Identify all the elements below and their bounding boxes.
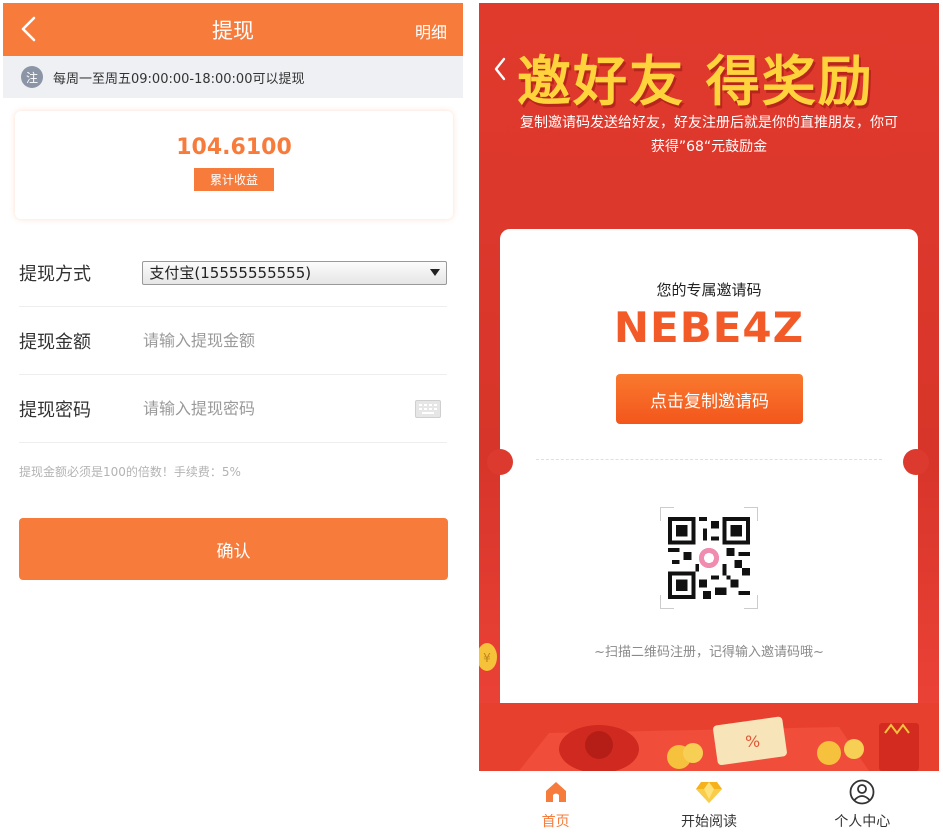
tab-profile[interactable]: 个人中心 [786,771,939,837]
amount-label: 提现金额 [19,331,91,353]
earnings-card: 104.6100 累计收益 [15,111,453,219]
earnings-amount: 104.6100 [176,135,292,160]
invite-card: 您的专属邀请码 NEBE4Z 点击复制邀请码 ~扫描二维码注册，记得输入邀请码哦… [500,229,918,715]
password-input[interactable] [143,399,403,418]
notice-badge: 注 [21,66,43,88]
svg-text:%: % [745,732,760,751]
bottom-tabbar: 首页 开始阅读 个人中心 [479,771,939,837]
notice-text: 每周一至周五09:00:00-18:00:00可以提现 [53,71,305,87]
ticket-notch-right [903,449,929,475]
confirm-button[interactable]: 确认 [19,518,448,580]
user-icon [849,779,875,805]
withdraw-header: 提现 明细 [3,3,463,56]
qr-code-icon [668,517,750,599]
page-title: 提现 [212,19,254,43]
method-select[interactable]: 支付宝(15555555555) [142,260,447,285]
diamond-icon [695,782,722,803]
amount-row: 提现金额 [19,307,447,375]
tab-profile-label: 个人中心 [834,814,891,830]
tab-reading-label: 开始阅读 [680,814,737,830]
detail-link[interactable]: 明细 [415,19,447,43]
tab-home[interactable]: 首页 [479,771,632,837]
tab-home-label: 首页 [541,814,570,830]
dropdown-arrow-icon [430,268,440,276]
method-label: 提现方式 [19,263,91,285]
scan-tip: ~扫描二维码注册，记得输入邀请码哦~ [594,645,824,660]
keyboard-keys-icon [419,403,437,414]
earnings-label: 累计收益 [193,168,274,191]
tab-reading[interactable]: 开始阅读 [632,771,785,837]
invite-code-label: 您的专属邀请码 [656,281,762,299]
method-row: 提现方式 支付宝(15555555555) [19,239,447,307]
withdraw-screen: 提现 明细 注 每周一至周五09:00:00-18:00:00可以提现 104.… [3,3,463,837]
invite-code: NEBE4Z [613,303,805,352]
amount-input[interactable] [143,331,403,350]
withdraw-hint: 提现金额必须是100的倍数！手续费：5% [19,465,241,479]
red-envelope-decoration: % [479,703,939,771]
ticket-divider [536,459,882,460]
invite-subtitle: 复制邀请码发送给好友，好友注册后就是你的直推朋友，你可获得”68“元鼓励金 [520,115,898,155]
qr-code-frame [660,507,758,609]
copy-code-button[interactable]: 点击复制邀请码 [616,374,803,424]
invite-screen: 邀好友 得奖励 复制邀请码发送给好友，好友注册后就是你的直推朋友，你可获得”68… [479,3,939,837]
home-icon [545,782,566,802]
method-selected-value: 支付宝(15555555555) [149,264,312,282]
password-label: 提现密码 [19,399,91,421]
withdraw-notice: 注 每周一至周五09:00:00-18:00:00可以提现 [3,56,463,98]
invite-back-button[interactable] [493,55,507,90]
keyboard-icon[interactable] [415,399,441,418]
ticket-notch-left [487,449,513,475]
password-row: 提现密码 [19,375,447,443]
invite-banner: 邀好友 得奖励 [517,50,874,113]
svg-text:¥: ¥ [483,651,491,665]
chevron-left-icon [494,57,506,81]
